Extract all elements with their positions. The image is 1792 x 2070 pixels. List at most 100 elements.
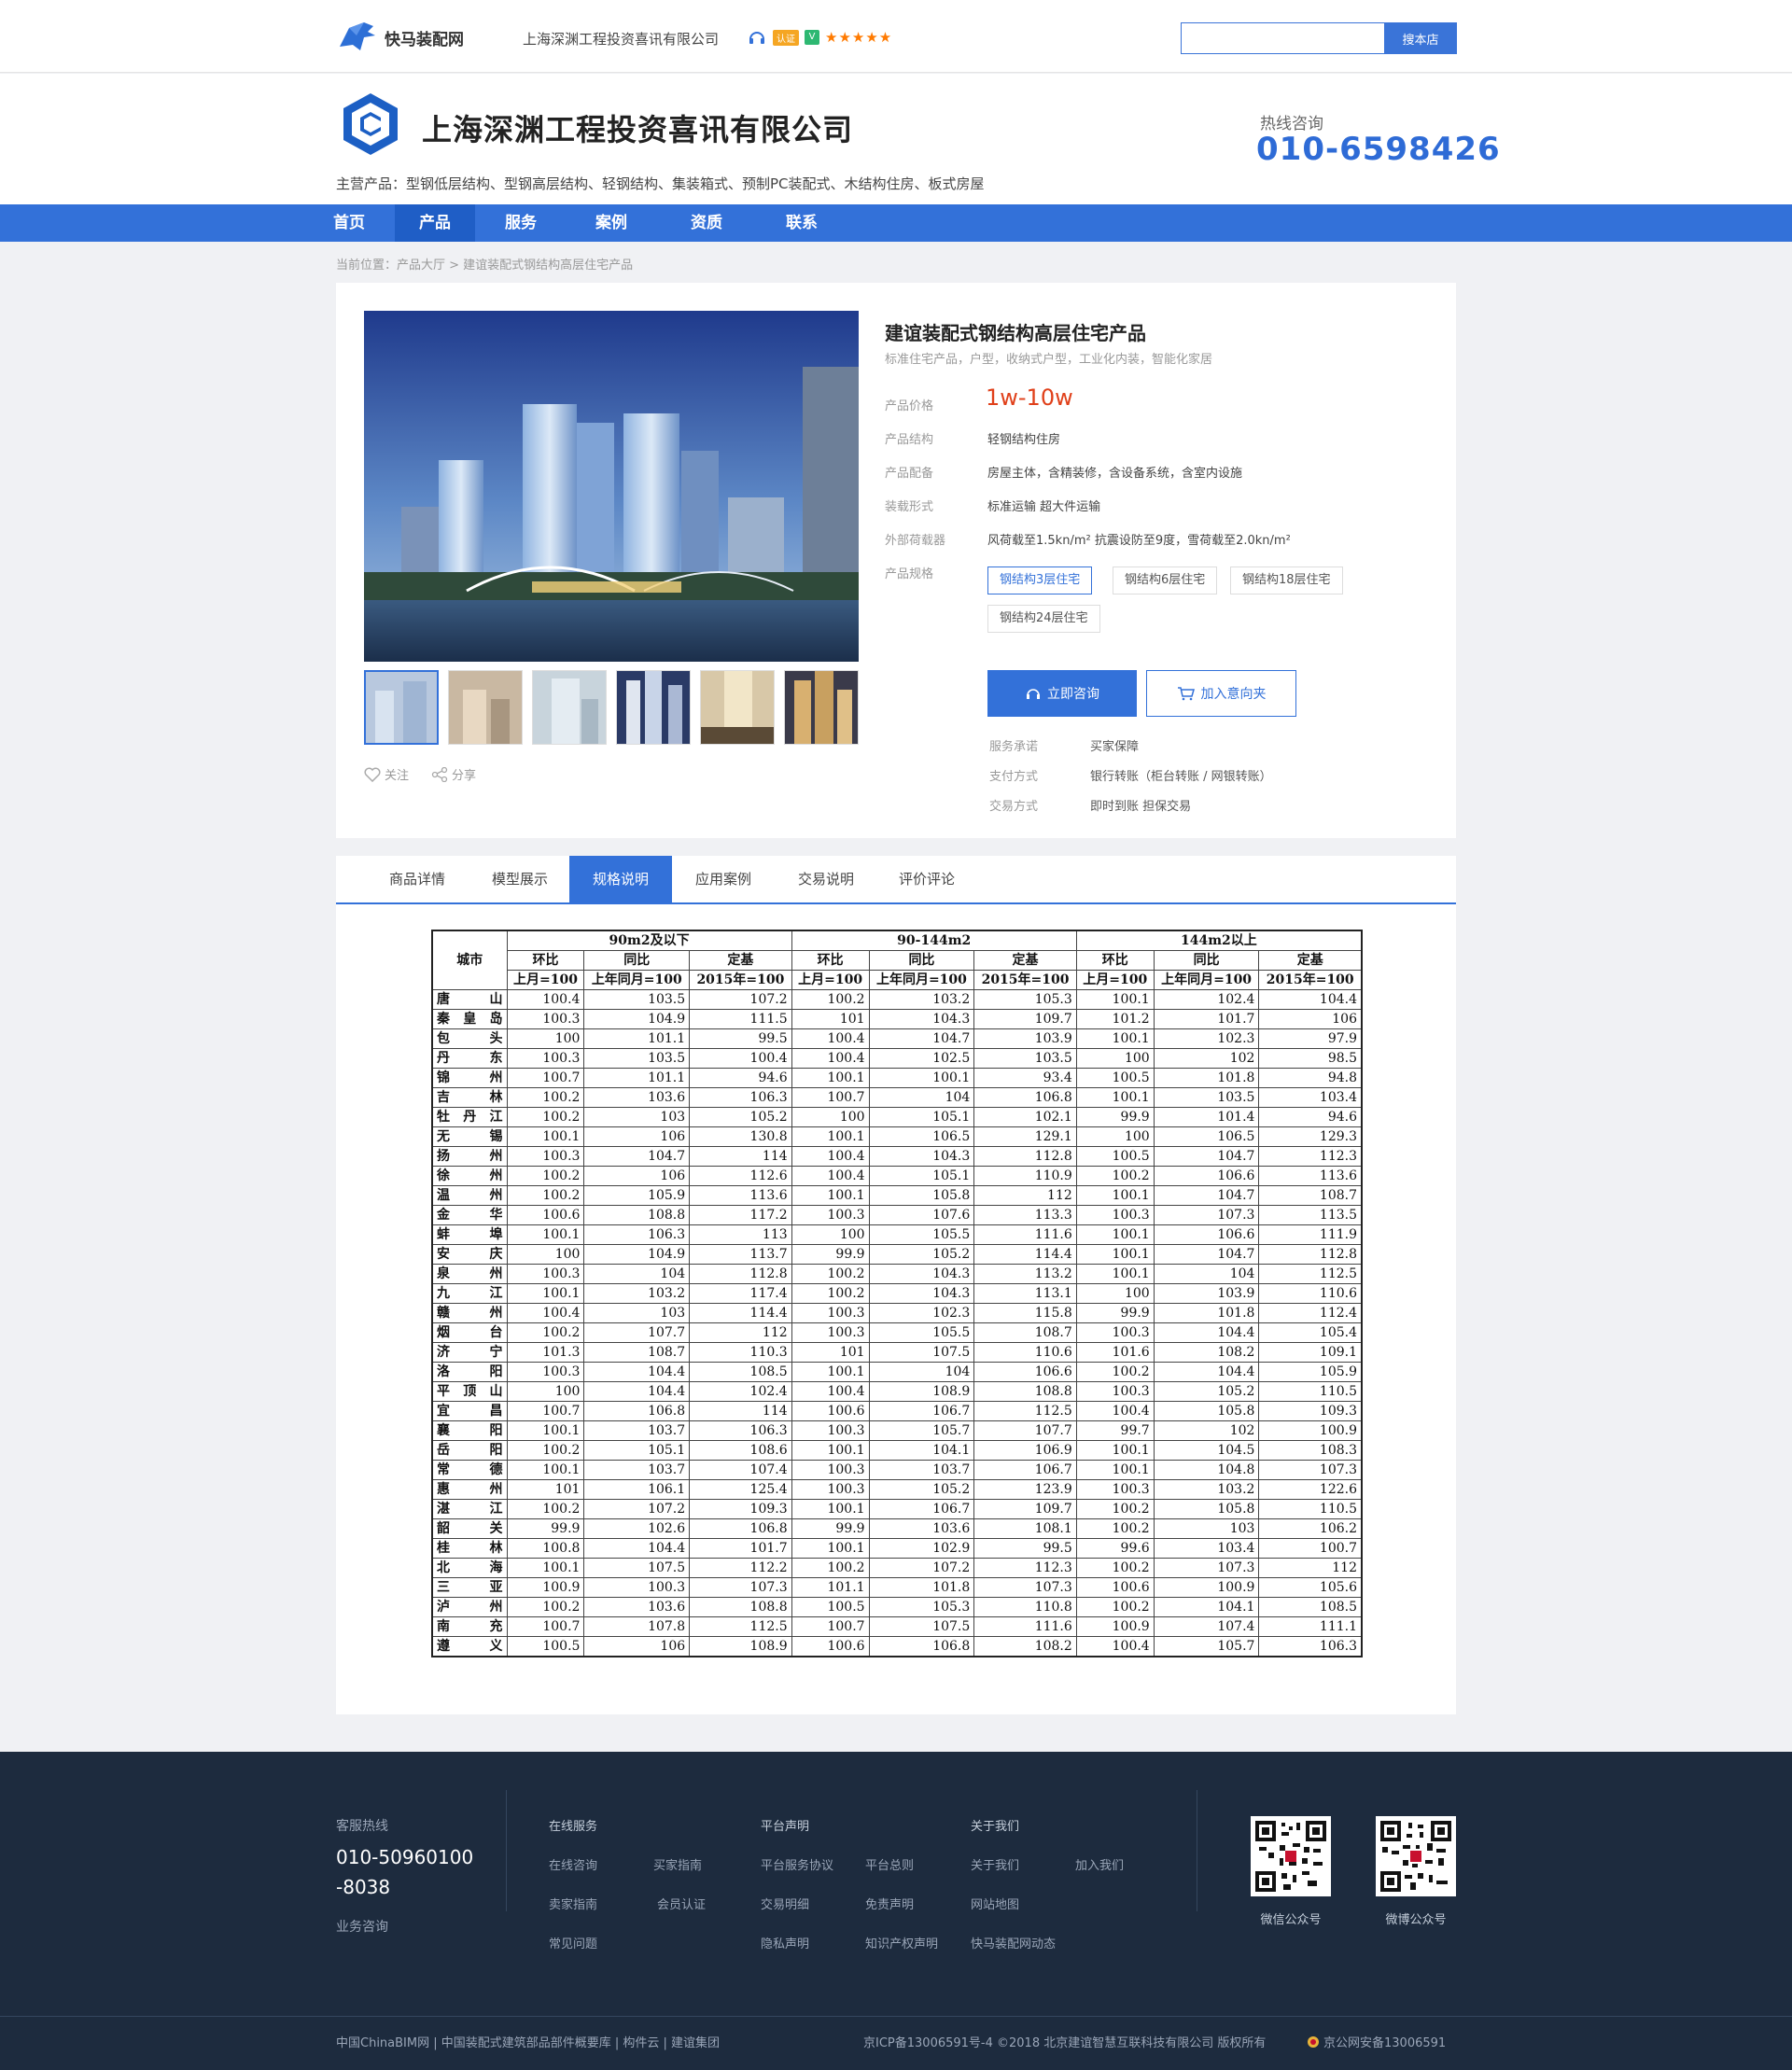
- table-row: 蚌埠 100.1 106.3 113 100 105.5 111.6 100.1 106.6 11…: [431, 1224, 1363, 1245]
- index-cell: 109.1: [1258, 1342, 1363, 1363]
- nav-item-cases[interactable]: 案例: [571, 204, 651, 242]
- shop-search-button[interactable]: 搜本店: [1384, 22, 1457, 54]
- index-cell: 105.2: [868, 1479, 975, 1500]
- building-render-image: [364, 311, 859, 662]
- nav-item-services[interactable]: 服务: [481, 204, 561, 242]
- spec-option[interactable]: 钢结构24层住宅: [987, 605, 1100, 633]
- thumbnail[interactable]: [532, 670, 607, 745]
- footer-link[interactable]: 隐私声明: [761, 1934, 809, 1951]
- tab-model[interactable]: 模型展示: [469, 856, 571, 902]
- qr-code-icon: [1380, 1821, 1451, 1892]
- index-cell: 100.1: [1075, 1264, 1155, 1284]
- index-cell: 104.8: [1153, 1460, 1260, 1480]
- spec-label-price: 产品价格: [885, 399, 934, 413]
- spec-option[interactable]: 钢结构18层住宅: [1230, 566, 1343, 594]
- table-row: 扬州 100.3 104.7 114 100.4 104.3 112.8 100.5 104.7…: [431, 1146, 1363, 1167]
- thumbnail[interactable]: [364, 670, 439, 745]
- site-logo[interactable]: 快马装配网: [336, 19, 464, 56]
- share-button[interactable]: 分享: [431, 765, 476, 783]
- footer-link[interactable]: 快马装配网动态: [971, 1934, 1056, 1951]
- index-cell: 100.7: [506, 1401, 585, 1421]
- index-cell: 100.2: [791, 1264, 870, 1284]
- footer-link[interactable]: 关于我们: [971, 1855, 1019, 1873]
- base-header: 上月=100: [791, 970, 870, 990]
- spec-option[interactable]: 钢结构6层住宅: [1113, 566, 1218, 594]
- tab-reviews[interactable]: 评价评论: [875, 856, 978, 902]
- nav-item-contact[interactable]: 联系: [762, 204, 842, 242]
- footer-link[interactable]: 免责声明: [865, 1895, 914, 1912]
- footer-partners[interactable]: 中国ChinaBIM网 | 中国装配式建筑部品部件概要库 | 构件云 | 建谊集…: [336, 2033, 720, 2050]
- tab-trade[interactable]: 交易说明: [775, 856, 877, 902]
- footer-link[interactable]: 卖家指南: [549, 1895, 597, 1912]
- index-cell: 111.6: [973, 1224, 1077, 1245]
- footer-link[interactable]: 会员认证: [657, 1895, 706, 1912]
- table-row: 宜昌 100.7 106.8 114 100.6 106.7 112.5 100.4 105.8…: [431, 1401, 1363, 1421]
- sub-header: 环比: [506, 950, 585, 971]
- product-title: 建谊装配式钢结构高层住宅产品: [885, 322, 1146, 344]
- index-cell: 112.4: [1258, 1303, 1363, 1323]
- index-cell: 110.8: [973, 1597, 1077, 1617]
- nav-item-qualification[interactable]: 资质: [666, 204, 747, 242]
- spec-value-equipment: 房屋主体，含精装修，含设备系统，含室内设施: [987, 467, 1243, 481]
- top-company-name[interactable]: 上海深渊工程投资喜讯有限公司: [523, 29, 719, 49]
- index-cell: 103.5: [1153, 1087, 1260, 1108]
- footer-link[interactable]: 交易明细: [761, 1895, 809, 1912]
- index-cell: 111.1: [1258, 1616, 1363, 1637]
- index-cell: 105.6: [1258, 1577, 1363, 1598]
- index-cell: 99.9: [1075, 1303, 1155, 1323]
- index-cell: 103.9: [1153, 1283, 1260, 1304]
- index-cell: 114.4: [689, 1303, 792, 1323]
- index-cell: 100.1: [1075, 1087, 1155, 1108]
- footer-link[interactable]: 在线咨询: [549, 1855, 597, 1873]
- spec-option[interactable]: 钢结构3层住宅: [987, 566, 1093, 594]
- tab-product-detail[interactable]: 商品详情: [366, 856, 469, 902]
- index-cell: 100.4: [506, 989, 585, 1010]
- footer-link[interactable]: 常见问题: [549, 1934, 597, 1951]
- city-cell: 泸州: [431, 1597, 508, 1617]
- footer-police-record[interactable]: 京公网安备13006591: [1307, 2033, 1446, 2050]
- footer-link[interactable]: 平台总则: [865, 1855, 914, 1873]
- index-cell: 94.6: [1258, 1107, 1363, 1127]
- city-cell: 惠州: [431, 1479, 508, 1500]
- thumbnail[interactable]: [784, 670, 859, 745]
- tab-cases[interactable]: 应用案例: [672, 856, 775, 902]
- thumbnail[interactable]: [448, 670, 523, 745]
- index-cell: 100.2: [1075, 1166, 1155, 1186]
- nav-item-products[interactable]: 产品: [395, 204, 475, 242]
- product-main-image[interactable]: [364, 311, 859, 662]
- footer-link[interactable]: 网站地图: [971, 1895, 1019, 1912]
- footer-link[interactable]: 知识产权声明: [865, 1934, 938, 1951]
- index-cell: 108.7: [1258, 1185, 1363, 1206]
- index-cell: 100.1: [506, 1126, 585, 1147]
- shop-search-input[interactable]: [1181, 22, 1384, 54]
- nav-item-home[interactable]: 首页: [309, 204, 389, 242]
- add-to-intention-button[interactable]: 加入意向夹: [1146, 670, 1296, 717]
- index-cell: 105.3: [973, 989, 1077, 1010]
- top-bar: [0, 0, 1792, 73]
- index-cell: 130.8: [689, 1126, 792, 1147]
- follow-button[interactable]: 关注: [364, 765, 409, 783]
- index-cell: 106.8: [868, 1636, 975, 1657]
- index-cell: 100.1: [791, 1185, 870, 1206]
- footer-link[interactable]: 加入我们: [1075, 1855, 1124, 1873]
- payment-label: 支付方式: [989, 770, 1039, 784]
- index-cell: 103.4: [1153, 1538, 1260, 1559]
- index-cell: 100.1: [506, 1224, 585, 1245]
- index-cell: 104.4: [1153, 1322, 1260, 1343]
- city-cell: 桂林: [431, 1538, 508, 1559]
- thumbnail[interactable]: [616, 670, 691, 745]
- footer-link[interactable]: 买家指南: [653, 1855, 702, 1873]
- index-cell: 100.3: [1075, 1381, 1155, 1402]
- tab-spec[interactable]: 规格说明: [569, 856, 672, 902]
- consult-button[interactable]: 立即咨询: [987, 670, 1137, 717]
- index-cell: 100.5: [1075, 1146, 1155, 1167]
- thumbnail[interactable]: [700, 670, 775, 745]
- index-cell: 103.4: [1258, 1087, 1363, 1108]
- footer-link[interactable]: 平台服务协议: [761, 1855, 833, 1873]
- headset-icon[interactable]: [747, 28, 767, 47]
- index-cell: 109.3: [689, 1499, 792, 1519]
- base-header: 上年同月=100: [868, 970, 975, 990]
- base-header: 2015年=100: [689, 970, 792, 990]
- horse-logo-icon: [340, 22, 375, 50]
- index-cell: 100.3: [791, 1420, 870, 1441]
